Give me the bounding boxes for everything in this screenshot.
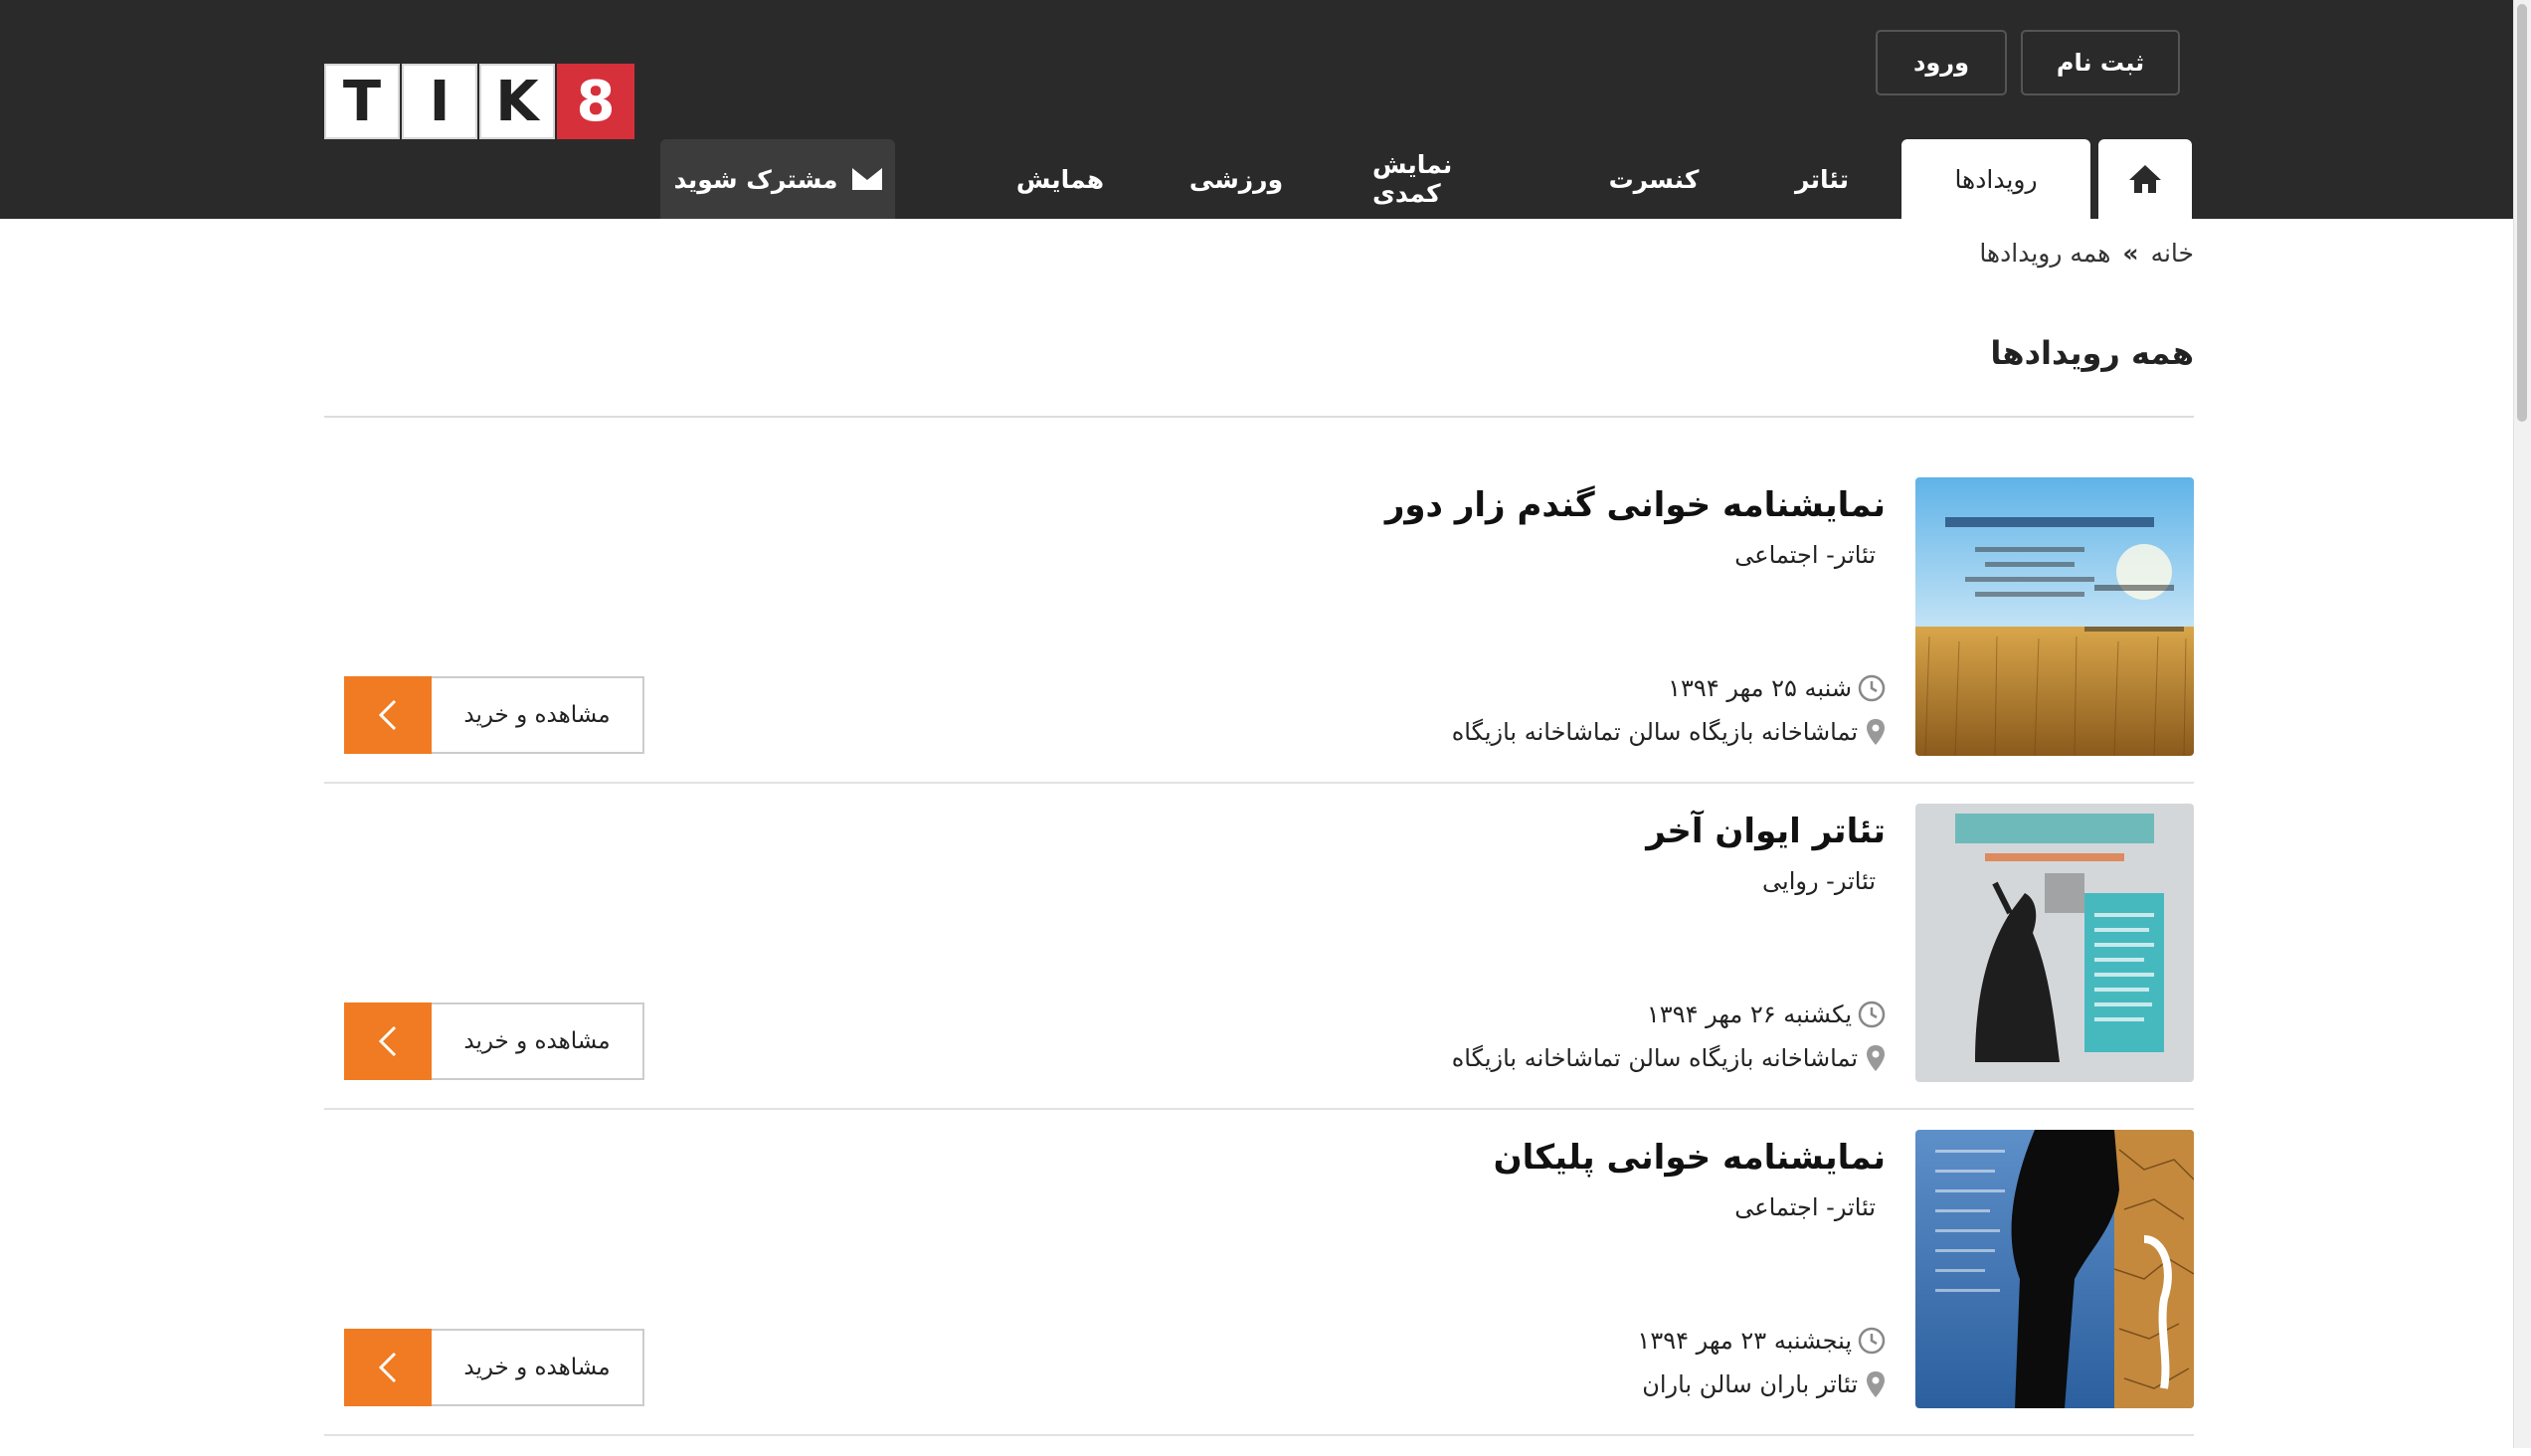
poster-image <box>1915 477 2194 756</box>
event-card: نمایشنامه خوانی پلیکان تئاتر- اجتماعی پن… <box>324 1130 2194 1456</box>
page-scrollbar[interactable] <box>2513 0 2531 1448</box>
event-date: شنبه ۲۵ مهر ۱۳۹۴ <box>1668 674 1852 702</box>
event-title[interactable]: نمایشنامه خوانی گندم زار دور <box>1385 485 1886 525</box>
logo-letter-k: K <box>479 64 555 139</box>
event-divider <box>324 1108 2194 1110</box>
home-icon <box>2129 165 2161 193</box>
chevron-left-icon <box>344 1002 432 1080</box>
main-nav: رویدادها تئاتر کنسرت نمایش کمدی ورزشی هم… <box>0 139 2514 219</box>
event-category: تئاتر- اجتماعی <box>1734 1193 1876 1221</box>
event-venue-row: تماشاخانه بازیگاه سالن تماشاخانه بازیگاه <box>1452 718 1886 746</box>
scrollbar-thumb[interactable] <box>2517 4 2527 422</box>
event-poster[interactable] <box>1915 477 2194 756</box>
nav-sport[interactable]: ورزشی <box>1189 139 1283 219</box>
page-title: همه رویدادها <box>1990 334 2194 372</box>
envelope-icon <box>851 168 882 190</box>
logo-letter-t: T <box>324 64 400 139</box>
event-category: تئاتر- روایی <box>1762 867 1876 895</box>
event-venue-row: تماشاخانه بازیگاه سالن تماشاخانه بازیگاه <box>1452 1044 1886 1072</box>
chevron-left-icon <box>344 676 432 754</box>
event-date-row: شنبه ۲۵ مهر ۱۳۹۴ <box>1668 674 1886 702</box>
clock-icon <box>1858 674 1886 702</box>
chevron-left-icon <box>344 1329 432 1406</box>
view-and-buy-button[interactable]: مشاهده و خرید <box>344 1002 644 1080</box>
event-poster[interactable] <box>1915 1130 2194 1408</box>
poster-image <box>1915 1130 2194 1408</box>
event-poster[interactable] <box>1915 804 2194 1082</box>
event-category: تئاتر- اجتماعی <box>1734 541 1876 569</box>
nav-events[interactable]: رویدادها <box>1901 139 2090 219</box>
event-divider <box>324 782 2194 784</box>
view-and-buy-label: مشاهده و خرید <box>463 1355 611 1380</box>
login-button[interactable]: ورود <box>1876 30 2007 95</box>
location-pin-icon <box>1867 719 1885 745</box>
clock-icon <box>1858 1001 1886 1028</box>
event-venue: تماشاخانه بازیگاه سالن تماشاخانه بازیگاه <box>1451 1044 1858 1072</box>
nav-conference[interactable]: همایش <box>1010 139 1110 219</box>
breadcrumb-home[interactable]: خانه <box>2151 239 2194 268</box>
breadcrumb: خانه » همه رویدادها <box>1979 239 2194 268</box>
event-venue: تماشاخانه بازیگاه سالن تماشاخانه بازیگاه <box>1451 718 1858 746</box>
event-title[interactable]: تئاتر ایوان آخر <box>1646 812 1886 851</box>
nav-concert[interactable]: کنسرت <box>1599 139 1709 219</box>
nav-theatre[interactable]: تئاتر <box>1772 139 1872 219</box>
breadcrumb-separator: » <box>2122 239 2139 268</box>
location-pin-icon <box>1867 1045 1885 1071</box>
view-and-buy-label: مشاهده و خرید <box>463 1028 611 1054</box>
event-venue-row: تئاتر باران سالن باران <box>1642 1370 1886 1398</box>
site-logo[interactable]: T I K 8 <box>324 64 636 139</box>
subscribe-label: مشترک شوید <box>673 164 838 194</box>
nav-comedy[interactable]: نمایش کمدی <box>1372 139 1522 219</box>
event-card: نمایشنامه خوانی گندم زار دور تئاتر- اجتم… <box>324 477 2194 804</box>
event-date: پنجشنبه ۲۳ مهر ۱۳۹۴ <box>1637 1327 1852 1355</box>
event-date-row: پنجشنبه ۲۳ مهر ۱۳۹۴ <box>1637 1327 1886 1355</box>
title-divider <box>324 416 2194 418</box>
event-date: یکشنبه ۲۶ مهر ۱۳۹۴ <box>1646 1001 1852 1028</box>
logo-letter-8: 8 <box>557 64 634 139</box>
logo-letter-i: I <box>402 64 477 139</box>
register-button[interactable]: ثبت نام <box>2021 30 2180 95</box>
view-and-buy-label: مشاهده و خرید <box>463 702 611 728</box>
event-venue: تئاتر باران سالن باران <box>1642 1370 1858 1398</box>
clock-icon <box>1858 1327 1886 1355</box>
poster-image <box>1915 804 2194 1082</box>
event-divider <box>324 1434 2194 1436</box>
event-date-row: یکشنبه ۲۶ مهر ۱۳۹۴ <box>1647 1001 1886 1028</box>
event-card: تئاتر ایوان آخر تئاتر- روایی یکشنبه ۲۶ م… <box>324 804 2194 1130</box>
nav-home[interactable] <box>2098 139 2192 219</box>
view-and-buy-button[interactable]: مشاهده و خرید <box>344 1329 644 1406</box>
breadcrumb-current: همه رویدادها <box>1979 239 2111 268</box>
subscribe-button[interactable]: مشترک شوید <box>660 139 895 219</box>
event-title[interactable]: نمایشنامه خوانی پلیکان <box>1494 1138 1886 1178</box>
location-pin-icon <box>1867 1371 1885 1397</box>
view-and-buy-button[interactable]: مشاهده و خرید <box>344 676 644 754</box>
site-header: T I K 8 ثبت نام ورود رویدادها تئاتر کنسر… <box>0 0 2514 219</box>
